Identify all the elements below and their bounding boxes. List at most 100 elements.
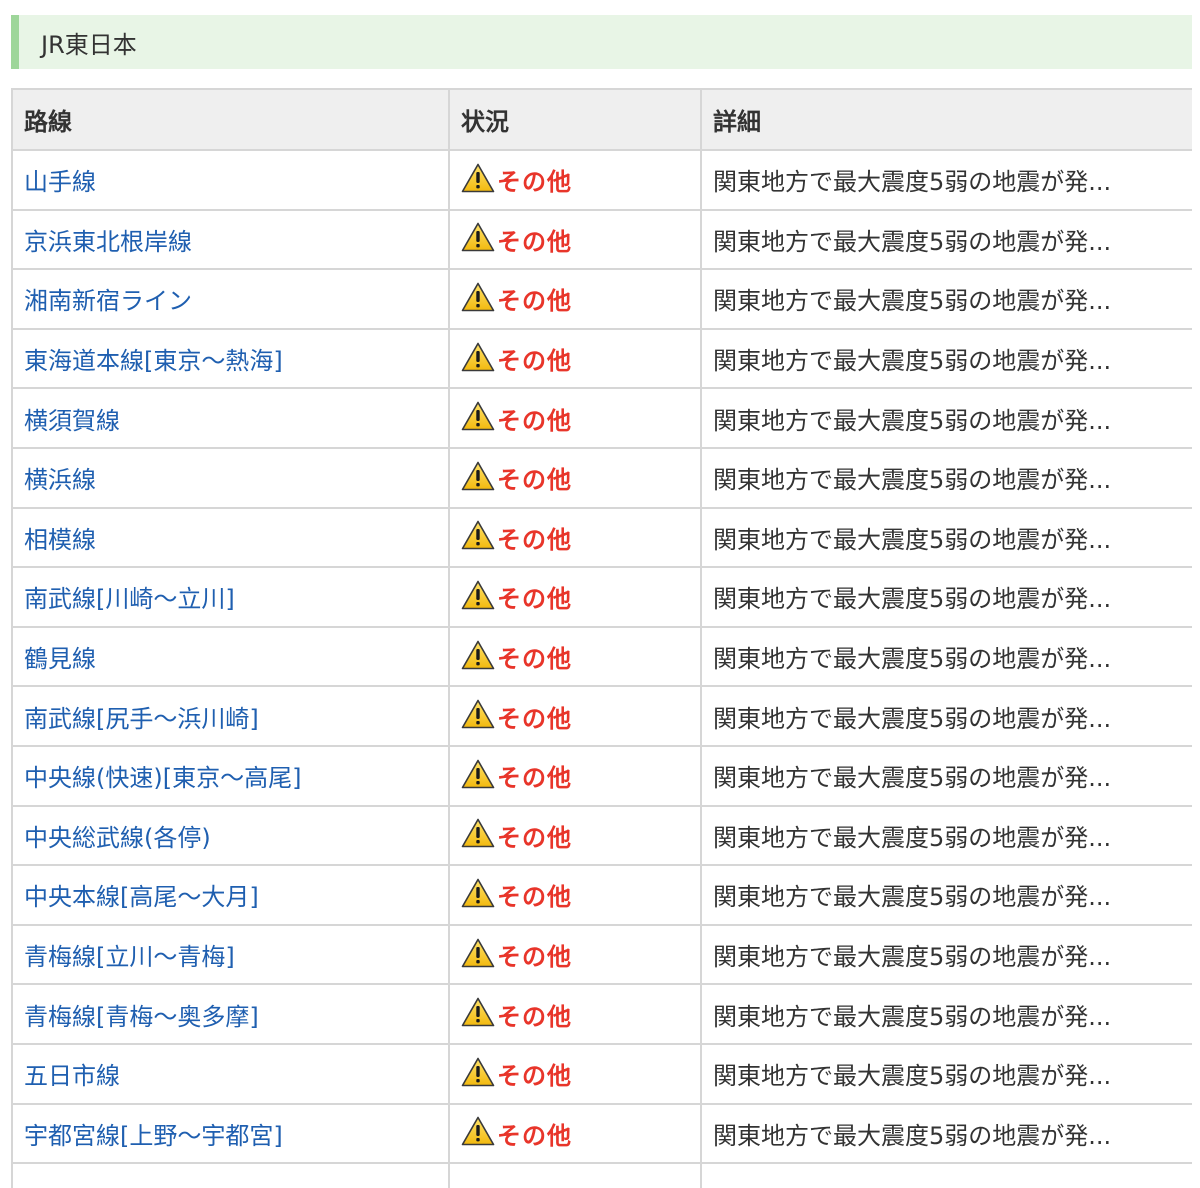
line-link[interactable]: 青梅線[立川〜青梅] <box>24 943 235 971</box>
line-link[interactable]: 五日市線 <box>24 1062 120 1090</box>
status-cell: その他 <box>448 744 702 807</box>
line-link[interactable]: 東海道本線[東京〜熱海] <box>24 347 283 375</box>
warning-icon <box>461 759 495 789</box>
table-row: 五日市線 その他 関東地方で最大震度5弱の地震が発... <box>11 1042 1192 1105</box>
status-label: その他 <box>497 347 572 376</box>
header-detail: 詳細 <box>700 88 1192 151</box>
detail-cell: 関東地方で最大震度5弱の地震が発... <box>700 923 1192 986</box>
line-cell: 青梅線[立川〜青梅] <box>11 923 450 986</box>
line-link[interactable]: 鶴見線 <box>24 645 96 673</box>
status-label: その他 <box>497 287 572 316</box>
line-cell: 東海道本線[東京〜熱海] <box>11 327 450 390</box>
warning-icon <box>461 461 495 491</box>
line-cell: 相模線 <box>11 506 450 569</box>
table-row: 青梅線[青梅〜奥多摩] その他 関東地方で最大震度5弱の地震が発... <box>11 983 1192 1045</box>
table-row: 京浜東北根岸線 その他 関東地方で最大震度5弱の地震が発... <box>11 208 1192 271</box>
status-cell: その他 <box>448 446 702 509</box>
warning-icon <box>461 580 495 610</box>
table-row: 山手線 その他 関東地方で最大震度5弱の地震が発... <box>11 149 1192 211</box>
table-row: 鶴見線 その他 関東地方で最大震度5弱の地震が発... <box>11 625 1192 688</box>
detail-cell: 関東地方で最大震度5弱の地震が発... <box>700 983 1192 1045</box>
line-cell: 青梅線[青梅〜奥多摩] <box>11 983 450 1045</box>
line-cell: 南武線[川崎〜立川] <box>11 566 450 628</box>
line-link[interactable]: 中央総武線(各停) <box>24 824 211 852</box>
warning-icon <box>461 342 495 372</box>
line-link[interactable]: 京浜東北根岸線 <box>24 228 192 256</box>
status-cell: その他 <box>448 149 702 211</box>
table-row: 横須賀線 その他 関東地方で最大震度5弱の地震が発... <box>11 387 1192 449</box>
warning-icon <box>461 997 495 1027</box>
status-label: その他 <box>497 585 572 614</box>
line-link[interactable]: 中央線(快速)[東京〜高尾] <box>24 764 301 792</box>
status-cell: その他 <box>448 566 702 628</box>
status-label: その他 <box>497 466 572 495</box>
line-cell: 宇都宮線[上野〜宇都宮] <box>11 1102 450 1165</box>
line-link[interactable]: 横須賀線 <box>24 407 120 435</box>
warning-icon <box>461 163 495 193</box>
warning-icon <box>461 520 495 550</box>
detail-cell: 関東地方で最大震度5弱の地震が発... <box>700 387 1192 449</box>
detail-cell: 関東地方で最大震度5弱の地震が発... <box>700 1102 1192 1165</box>
status-label: その他 <box>497 1121 572 1150</box>
warning-icon <box>461 401 495 431</box>
table-row: 横浜線 その他 関東地方で最大震度5弱の地震が発... <box>11 446 1192 509</box>
line-cell: 中央線(快速)[東京〜高尾] <box>11 744 450 807</box>
warning-icon <box>461 222 495 252</box>
status-cell: その他 <box>448 1042 702 1105</box>
detail-cell: 関東地方で最大震度5弱の地震が発... <box>700 625 1192 688</box>
line-link[interactable]: 山手線 <box>24 168 96 196</box>
detail-cell: 関東地方で最大震度5弱の地震が発... <box>700 804 1192 867</box>
status-cell: その他 <box>448 506 702 569</box>
table-row: 南武線[川崎〜立川] その他 関東地方で最大震度5弱の地震が発... <box>11 566 1192 628</box>
warning-icon <box>461 640 495 670</box>
header-line: 路線 <box>11 88 450 151</box>
status-label: その他 <box>497 883 572 912</box>
status-cell: その他 <box>448 864 702 926</box>
status-cell <box>448 1162 702 1188</box>
detail-cell: 関東地方で最大震度5弱の地震が発... <box>700 506 1192 569</box>
detail-cell: 関東地方で最大震度5弱の地震が発... <box>700 149 1192 211</box>
detail-cell: 関東地方で最大震度5弱の地震が発... <box>700 1042 1192 1105</box>
table-row: 東海道本線[東京〜熱海] その他 関東地方で最大震度5弱の地震が発... <box>11 327 1192 390</box>
detail-cell: 関東地方で最大震度5弱の地震が発... <box>700 268 1192 330</box>
status-label: その他 <box>497 704 572 733</box>
section-header: JR東日本 <box>11 15 1192 69</box>
line-cell: 湘南新宿ライン <box>11 268 450 330</box>
table-row: 宇都宮線[上野〜宇都宮] その他 関東地方で最大震度5弱の地震が発... <box>11 1102 1192 1165</box>
line-link[interactable]: 南武線[川崎〜立川] <box>24 585 235 613</box>
status-table: 路線 状況 詳細 山手線 その他 関東地方で最大震度5弱の地震が発... 京浜東北根岸… <box>11 88 1192 1188</box>
detail-cell: 関東地方で最大震度5弱の地震が発... <box>700 744 1192 807</box>
line-link[interactable]: 横浜線 <box>24 466 96 494</box>
status-cell: その他 <box>448 804 702 867</box>
line-cell: 中央総武線(各停) <box>11 804 450 867</box>
line-link[interactable]: 青梅線[青梅〜奥多摩] <box>24 1003 259 1031</box>
detail-cell: 関東地方で最大震度5弱の地震が発... <box>700 566 1192 628</box>
status-label: その他 <box>497 764 572 793</box>
detail-cell: 関東地方で最大震度5弱の地震が発... <box>700 327 1192 390</box>
status-label: その他 <box>497 1062 572 1091</box>
table-row: 中央総武線(各停) その他 関東地方で最大震度5弱の地震が発... <box>11 804 1192 867</box>
detail-cell: 関東地方で最大震度5弱の地震が発... <box>700 446 1192 509</box>
status-cell: その他 <box>448 268 702 330</box>
line-link[interactable]: 湘南新宿ライン <box>24 287 192 315</box>
detail-cell <box>700 1162 1192 1188</box>
header-status: 状況 <box>448 88 702 151</box>
status-label: その他 <box>497 406 572 435</box>
table-row <box>11 1162 1192 1188</box>
line-link[interactable]: 相模線 <box>24 526 96 554</box>
table-body: 山手線 その他 関東地方で最大震度5弱の地震が発... 京浜東北根岸線 その他 関東地方で… <box>11 149 1192 1188</box>
line-cell: 鶴見線 <box>11 625 450 688</box>
status-label: その他 <box>497 525 572 554</box>
line-cell: 横浜線 <box>11 446 450 509</box>
status-cell: その他 <box>448 1102 702 1165</box>
line-link[interactable]: 宇都宮線[上野〜宇都宮] <box>24 1122 283 1150</box>
warning-icon <box>461 282 495 312</box>
detail-cell: 関東地方で最大震度5弱の地震が発... <box>700 208 1192 271</box>
status-cell: その他 <box>448 923 702 986</box>
line-link[interactable]: 中央本線[高尾〜大月] <box>24 883 259 911</box>
line-cell: 南武線[尻手〜浜川崎] <box>11 685 450 747</box>
line-link[interactable]: 南武線[尻手〜浜川崎] <box>24 705 259 733</box>
table-row: 青梅線[立川〜青梅] その他 関東地方で最大震度5弱の地震が発... <box>11 923 1192 986</box>
warning-icon <box>461 878 495 908</box>
table-row: 湘南新宿ライン その他 関東地方で最大震度5弱の地震が発... <box>11 268 1192 330</box>
